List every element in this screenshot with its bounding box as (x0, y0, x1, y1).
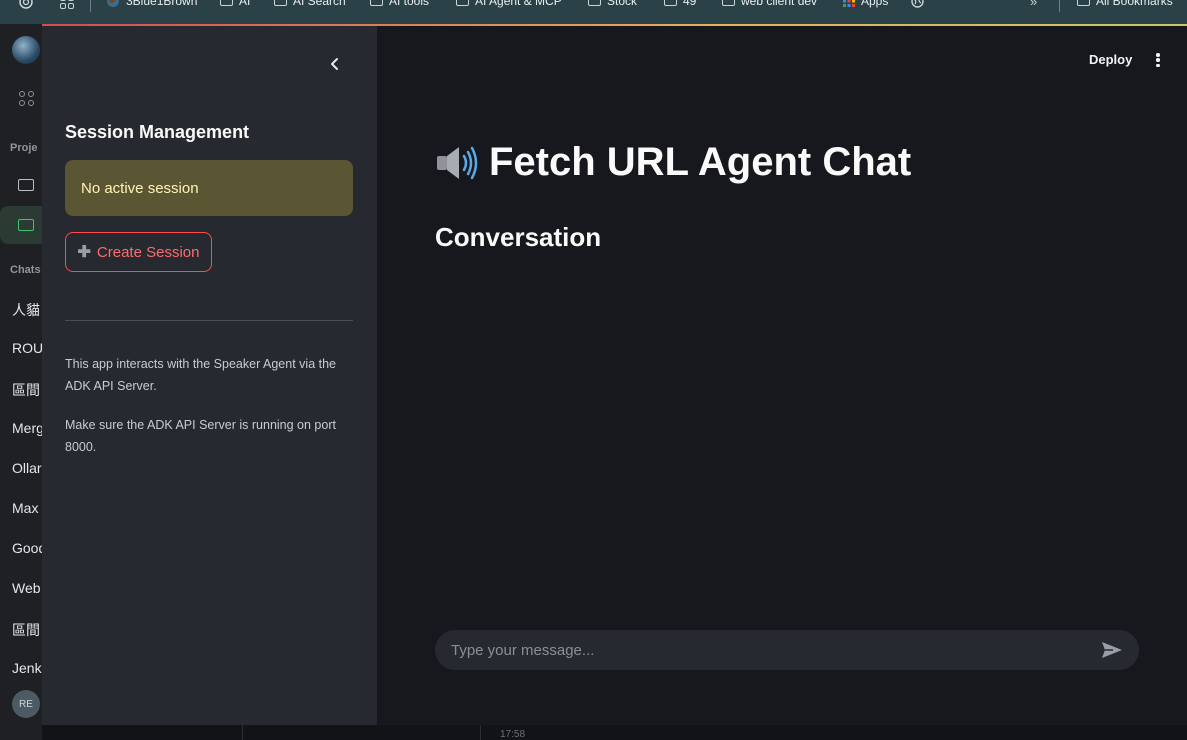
chatgpt-icon[interactable] (18, 0, 34, 10)
chat-item[interactable]: 區間 (12, 620, 40, 640)
collapse-sidebar-icon[interactable] (327, 56, 343, 72)
main-menu-icon[interactable] (1153, 52, 1163, 68)
background-timestamp: 17:58 (500, 729, 526, 740)
session-status-text: No active session (81, 179, 199, 197)
bookmark-apps[interactable]: Apps (843, 0, 888, 8)
apps-icon[interactable] (19, 91, 34, 106)
strip-divider (480, 725, 481, 740)
globe-icon[interactable] (911, 0, 924, 8)
chat-item[interactable]: 區間 (12, 380, 40, 400)
user-avatar[interactable]: RE (12, 690, 40, 718)
bookmark-separator (90, 0, 91, 12)
chat-item[interactable]: 人貓 (12, 300, 40, 320)
bookmark-label: Apps (861, 0, 889, 8)
chats-label: Chats (10, 264, 41, 276)
folder-icon (664, 0, 677, 6)
active-project-folder-icon[interactable] (18, 219, 34, 231)
bookmark-label: AI Agent & MCP (475, 0, 562, 8)
more-bookmarks-icon[interactable]: » (1030, 0, 1037, 9)
bookmark-folder-ai-tools[interactable]: AI tools (370, 0, 429, 8)
folder-icon (220, 0, 233, 6)
deploy-button[interactable]: Deploy (1089, 52, 1132, 67)
sidebar-divider (65, 320, 353, 321)
folder-icon (722, 0, 735, 6)
message-input[interactable] (451, 641, 1101, 659)
create-session-button[interactable]: ✚ Create Session (65, 232, 212, 272)
bookmark-3blue1brown[interactable]: 3Blue1Brown (106, 0, 197, 8)
sidebar-info-text: This app interacts with the Speaker Agen… (65, 357, 336, 393)
app-sidebar: Session Management No active session ✚ C… (42, 26, 377, 725)
chat-input-bar (435, 630, 1139, 670)
bookmark-label: AI tools (389, 0, 430, 8)
page-title: Fetch URL Agent Chat (435, 140, 911, 185)
folder-icon (588, 0, 601, 6)
strip-divider (242, 725, 243, 740)
sidebar-info-text: Make sure the ADK API Server is running … (65, 418, 336, 454)
chat-item[interactable]: Web (12, 580, 41, 596)
chat-item[interactable]: Ollar (12, 460, 42, 476)
folder-icon (1077, 0, 1090, 6)
session-status-alert: No active session (65, 160, 353, 216)
bookmark-folder-ai-search[interactable]: AI Search (274, 0, 346, 8)
chat-item[interactable]: ROU (12, 340, 42, 356)
bookmark-label: 49 (683, 0, 697, 8)
create-session-label: Create Session (96, 243, 200, 261)
page-title-text: Fetch URL Agent Chat (489, 140, 912, 184)
folder-icon (456, 0, 469, 6)
all-bookmarks-label: All Bookmarks (1096, 0, 1173, 8)
bookmark-folder-ai-agent-mcp[interactable]: AI Agent & MCP (456, 0, 562, 8)
bookmark-label: Stock (607, 0, 638, 8)
bookmark-label: AI (239, 0, 251, 8)
send-icon[interactable] (1101, 641, 1123, 659)
projects-label: Proje (10, 142, 38, 154)
bookmark-folder-ai[interactable]: AI (220, 0, 250, 8)
bookmark-folder-49[interactable]: 49 (664, 0, 696, 8)
bookmark-label: 3Blue1Brown (126, 0, 198, 8)
bookmark-separator (1059, 0, 1060, 12)
outer-sidebar: Proje Chats 人貓 ROU 區間 Merg Ollar Max Goo… (0, 24, 42, 740)
google-apps-icon (843, 0, 855, 7)
speaker-icon (437, 146, 478, 179)
bookmark-label: web client dev (741, 0, 818, 8)
bookmark-folder-stock[interactable]: Stock (588, 0, 637, 8)
project-folder-icon[interactable] (18, 179, 34, 191)
background-window-strip: 17:58 (42, 725, 1187, 740)
all-bookmarks-button[interactable]: All Bookmarks (1077, 0, 1173, 8)
apps-grid-icon[interactable] (60, 0, 74, 9)
folder-icon (370, 0, 383, 6)
bookmark-label: AI Search (293, 0, 346, 8)
chat-item[interactable]: Jenk (12, 660, 42, 676)
chat-item[interactable]: Max (12, 500, 38, 516)
session-management-heading: Session Management (65, 122, 250, 142)
chat-item[interactable]: Merg (12, 420, 42, 436)
bookmark-folder-web-client-dev[interactable]: web client dev (722, 0, 817, 8)
main-content: Deploy Fetch URL Agent Chat Conversation (377, 26, 1187, 725)
plus-icon: ✚ (77, 244, 91, 261)
workspace-avatar[interactable] (12, 36, 40, 64)
chat-item[interactable]: Good (12, 540, 42, 556)
3blue1brown-icon (107, 0, 119, 7)
bookmarks-bar: 3Blue1Brown AI AI Search AI tools AI Age… (0, 0, 1187, 24)
conversation-heading: Conversation (435, 222, 602, 252)
folder-icon (274, 0, 287, 6)
